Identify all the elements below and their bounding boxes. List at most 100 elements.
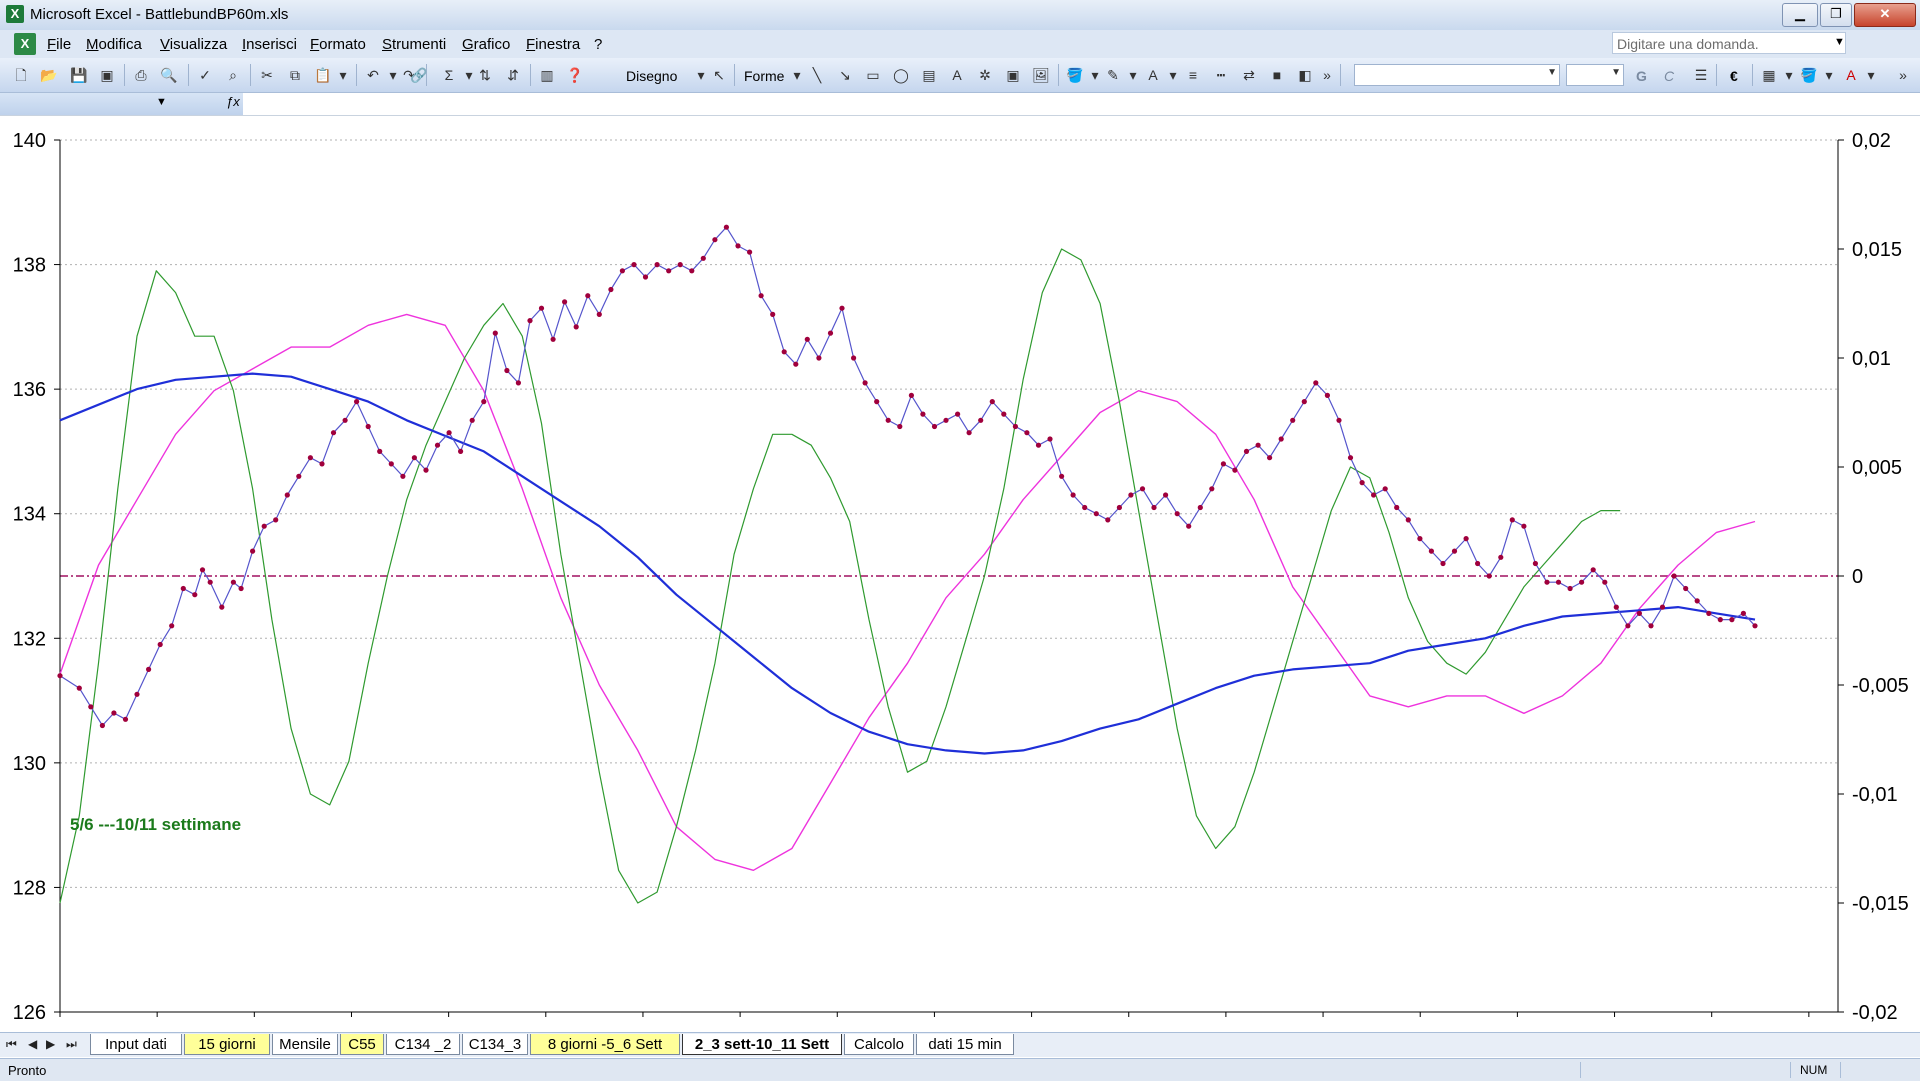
copy-icon[interactable]: ⧉: [286, 66, 304, 84]
print-preview-icon[interactable]: 🔍: [160, 66, 178, 84]
menu-help[interactable]: ?: [594, 36, 602, 53]
line-icon[interactable]: ╲: [808, 66, 826, 84]
sheet-tab[interactable]: Input dati: [90, 1034, 182, 1055]
align-icon[interactable]: ☰: [1692, 66, 1710, 84]
undo-icon[interactable]: ↶: [364, 66, 382, 84]
sheet-tab[interactable]: dati 15 min: [916, 1034, 1014, 1055]
menu-inserisci[interactable]: Inserisci: [242, 36, 297, 53]
fill-color-dropdown-icon[interactable]: ▾: [1086, 66, 1104, 84]
menu-file[interactable]: File: [47, 36, 71, 53]
permission-icon[interactable]: ▣: [98, 66, 116, 84]
close-button[interactable]: ✕: [1854, 3, 1916, 27]
menu-strumenti[interactable]: Strumenti: [382, 36, 446, 53]
borders-dropdown-icon[interactable]: ▾: [1780, 66, 1798, 84]
textbox-icon[interactable]: ▤: [920, 66, 938, 84]
dash-style-icon[interactable]: ┅: [1212, 66, 1230, 84]
chart-wizard-icon[interactable]: ▥: [538, 66, 556, 84]
save-icon[interactable]: 💾: [70, 66, 88, 84]
insert-function-icon[interactable]: ƒx: [226, 94, 240, 109]
drawing-menu[interactable]: Disegno: [626, 68, 677, 84]
font-color-icon[interactable]: A: [1144, 66, 1162, 84]
sheet-tab[interactable]: 15 giorni: [184, 1034, 270, 1055]
clipart-icon[interactable]: ▣: [1004, 66, 1022, 84]
sheet-tab[interactable]: C134_3: [462, 1034, 528, 1055]
workbook-icon[interactable]: X: [14, 33, 36, 55]
shapes-dropdown-icon[interactable]: ▾: [788, 66, 806, 84]
data-point: [1243, 448, 1250, 454]
print-icon[interactable]: ⎙: [132, 66, 150, 84]
oval-icon[interactable]: ◯: [892, 66, 910, 84]
data-point: [527, 318, 533, 324]
paste-icon[interactable]: 📋: [314, 66, 332, 84]
y-right-tick-label: 0,005: [1852, 457, 1902, 479]
last-sheet-icon[interactable]: ⏭: [66, 1037, 77, 1052]
chevron-down-icon[interactable]: ▼: [1611, 67, 1621, 78]
menu-modifica[interactable]: Modifica: [86, 36, 142, 53]
name-box-dropdown-icon[interactable]: ▼: [156, 96, 167, 108]
sheet-tab[interactable]: 2_3 sett-10_11 Sett: [682, 1034, 842, 1055]
text-color-dropdown-icon[interactable]: ▾: [1862, 66, 1880, 84]
arrow-icon[interactable]: ↘: [836, 66, 854, 84]
prev-sheet-icon[interactable]: ◀: [28, 1037, 37, 1051]
line-color-dropdown-icon[interactable]: ▾: [1124, 66, 1142, 84]
diagram-icon[interactable]: ✲: [976, 66, 994, 84]
data-point: [1267, 455, 1273, 461]
sort-ascending-icon[interactable]: ⇅: [476, 66, 494, 84]
menu-grafico[interactable]: Grafico: [462, 36, 510, 53]
arrow-style-icon[interactable]: ⇄: [1240, 66, 1258, 84]
next-sheet-icon[interactable]: ▶: [46, 1037, 55, 1051]
sheet-tab[interactable]: Calcolo: [844, 1034, 914, 1055]
sheet-tab[interactable]: C134 _2: [386, 1034, 460, 1055]
spelling-icon[interactable]: ✓: [196, 66, 214, 84]
fill-color-icon[interactable]: 🪣: [1066, 66, 1084, 84]
text-color-icon[interactable]: A: [1842, 66, 1860, 84]
data-point: [458, 448, 464, 454]
hyperlink-icon[interactable]: 🔗: [410, 66, 428, 84]
sort-descending-icon[interactable]: ⇵: [504, 66, 522, 84]
line-style-icon[interactable]: ≡: [1184, 66, 1202, 84]
menu-formato[interactable]: Formato: [310, 36, 366, 53]
shadow-icon[interactable]: ■: [1268, 66, 1286, 84]
cell-fill-icon[interactable]: 🪣: [1800, 66, 1818, 84]
chevron-down-icon[interactable]: ▼: [1547, 67, 1557, 78]
currency-button[interactable]: €: [1730, 68, 1738, 84]
sheet-tab[interactable]: 8 giorni -5_6 Sett: [530, 1034, 680, 1055]
open-icon[interactable]: 📂: [40, 66, 58, 84]
cell-fill-dropdown-icon[interactable]: ▾: [1820, 66, 1838, 84]
line-color-icon[interactable]: ✎: [1104, 66, 1122, 84]
new-icon[interactable]: 🗋: [12, 66, 30, 84]
autosum-icon[interactable]: Σ: [440, 66, 458, 84]
font-color-dropdown-icon[interactable]: ▾: [1164, 66, 1182, 84]
maximize-button[interactable]: ❐: [1820, 3, 1852, 27]
shapes-menu[interactable]: Forme: [744, 68, 784, 84]
paste-dropdown-icon[interactable]: ▾: [334, 66, 352, 84]
wordart-icon[interactable]: A: [948, 66, 966, 84]
bold-button[interactable]: G: [1636, 68, 1647, 84]
cut-icon[interactable]: ✂: [258, 66, 276, 84]
help-icon[interactable]: ❓: [566, 66, 584, 84]
sheet-tab[interactable]: Mensile: [272, 1034, 338, 1055]
3d-icon[interactable]: ◧: [1296, 66, 1314, 84]
chart-area[interactable]: 126 128 130 132 134 136 138 140 -0,02 -0,015 -0,01…: [0, 116, 1920, 1036]
sheet-tab[interactable]: C55: [340, 1034, 384, 1055]
minimize-button[interactable]: ▁: [1782, 3, 1818, 27]
ask-dropdown-icon[interactable]: ▼: [1834, 36, 1845, 48]
ask-question-input[interactable]: Digitare una domanda.: [1612, 32, 1846, 54]
toolbar-options-icon[interactable]: »: [1318, 66, 1336, 84]
menu-finestra[interactable]: Finestra: [526, 36, 580, 53]
italic-button[interactable]: C: [1664, 68, 1674, 84]
research-icon[interactable]: ⌕: [224, 66, 242, 84]
line-chart[interactable]: 126 128 130 132 134 136 138 140 -0,02 -0,015 -0,01…: [0, 116, 1920, 1036]
name-box[interactable]: ▼ ƒx: [0, 93, 243, 115]
menu-visualizza[interactable]: Visualizza: [160, 36, 227, 53]
rectangle-icon[interactable]: ▭: [864, 66, 882, 84]
picture-icon[interactable]: 🖼: [1032, 66, 1050, 84]
select-objects-icon[interactable]: ↖: [710, 66, 728, 84]
font-size-combo[interactable]: ▼: [1566, 64, 1624, 86]
first-sheet-icon[interactable]: ⏮: [6, 1037, 17, 1052]
drawing-dropdown-icon[interactable]: ▾: [692, 66, 710, 84]
toolbar-options-icon[interactable]: »: [1894, 66, 1912, 84]
data-point: [1544, 579, 1550, 585]
borders-icon[interactable]: ▦: [1760, 66, 1778, 84]
font-name-combo[interactable]: ▼: [1354, 64, 1560, 86]
